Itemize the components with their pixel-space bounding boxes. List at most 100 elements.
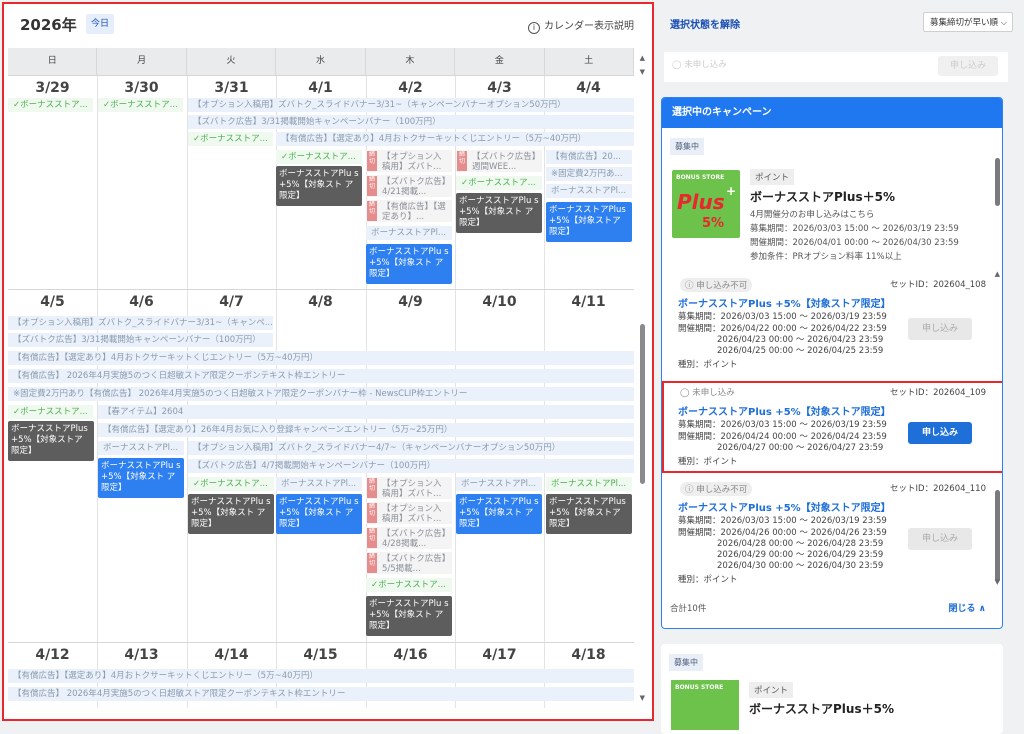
event-bar[interactable]: ✓ボーナスストア... <box>8 98 93 112</box>
scroll-down-arrow-icon[interactable]: ▼ <box>640 694 645 702</box>
deadline-tag: 締切 <box>457 151 467 171</box>
event-bar[interactable]: ✓ボーナスストア... <box>188 477 274 491</box>
event-bar[interactable]: ✓ボーナスストア... <box>366 578 452 592</box>
event-bar[interactable]: 【オプション入稿用】ズバトク_スライドバナー4/7~（キャンペーンバナーオプショ… <box>188 441 634 455</box>
event-bar[interactable]: 【有償広告】【選定あり】26年4月お気に入り登録キャンペーンエントリー（5万~2… <box>98 423 634 437</box>
event-card[interactable]: 締切 【ズバトク広告】4/21掲載... <box>366 175 452 197</box>
day-number[interactable]: 3/31 <box>187 80 276 96</box>
recruiting-status-text: 募集中 <box>670 138 704 155</box>
day-number[interactable]: 4/12 <box>8 647 97 663</box>
panel-scrollbar-thumb[interactable] <box>995 158 1000 206</box>
event-bar[interactable]: ✓ボーナスストア... <box>8 405 93 419</box>
day-number[interactable]: 4/14 <box>187 647 276 663</box>
event-card[interactable]: 締切 【有償広告】【選定あり】... <box>366 200 452 222</box>
scroll-up-arrow-icon[interactable]: ▲ <box>995 270 1000 278</box>
event-card[interactable]: ボーナスストアPlus +5%【対象ストア限定】 <box>546 494 632 534</box>
scroll-up-arrow-icon[interactable]: ▲ <box>640 54 645 62</box>
clear-selection-link[interactable]: 選択状態を解除 <box>670 16 740 31</box>
day-number[interactable]: 4/15 <box>276 647 365 663</box>
scroll-down-arrow-icon[interactable]: ▼ <box>640 68 645 76</box>
set-list-scrollbar-thumb[interactable] <box>995 490 1000 582</box>
event-card[interactable]: 締切 【オプション入稿用】ズバト... <box>366 150 452 172</box>
event-card[interactable]: ボーナスストアPlu s +5%【対象スト ア限定】 <box>276 166 362 206</box>
day-number[interactable]: 4/7 <box>187 294 276 310</box>
day-number[interactable]: 4/1 <box>276 80 365 96</box>
event-bar[interactable]: ✓ボーナスストア... <box>276 150 362 164</box>
day-number[interactable]: 4/18 <box>544 647 633 663</box>
apply-button[interactable]: 申し込み <box>938 56 998 76</box>
deadline-tag: 締切 <box>367 201 377 221</box>
calendar-scrollbar-thumb[interactable] <box>640 324 645 484</box>
event-bar[interactable]: 【オプション入稿用】ズバトク_スライドバナー3/31~（キャンペ... <box>8 316 273 330</box>
campaign-subtitle: 4月開催分のお申し込みはこちら <box>750 210 875 220</box>
apply-button[interactable]: 申し込み <box>908 318 972 340</box>
apply-button[interactable]: 申し込み <box>908 528 972 550</box>
close-link[interactable]: 閉じる ∧ <box>949 601 986 614</box>
event-bar[interactable]: ✓ボーナスストア... <box>188 132 273 146</box>
sort-select[interactable]: 募集締切が早い順 ⌵ <box>923 12 1013 32</box>
event-card[interactable]: 締切 【ズバトク広告】5/5掲載... <box>366 552 452 574</box>
event-card[interactable]: 締切 【ズバトク広告】4/28掲載... <box>366 527 452 549</box>
event-card[interactable]: ボーナスストアPlu s +5%【対象スト ア限定】 <box>366 596 452 636</box>
day-number[interactable]: 4/13 <box>97 647 186 663</box>
event-card[interactable]: ボーナスストアPlus +5%【対象ストア限定】 <box>8 421 94 461</box>
event-bar[interactable]: 【有償広告】【選定あり】4月おトクサーキットくじエントリー（5万~40万円） <box>276 132 634 146</box>
day-number[interactable]: 4/17 <box>455 647 544 663</box>
event-bar[interactable]: ボーナスストアPl... <box>366 226 452 240</box>
event-bar[interactable]: 【有償広告】 2026年4月実施5のつく日超敏ストア限定クーポンテキスト枠エント… <box>8 687 634 701</box>
day-number[interactable]: 4/5 <box>8 294 97 310</box>
day-number[interactable]: 4/4 <box>544 80 633 96</box>
event-bar[interactable]: ※固定費2万円あ... <box>546 167 632 181</box>
day-number[interactable]: 4/16 <box>366 647 455 663</box>
event-bar[interactable]: ✓ボーナスストア... <box>98 98 183 112</box>
event-bar[interactable]: ボーナスストアPl... <box>456 477 542 491</box>
campaign-set-item: ⓘ 申し込み不可 セットID：202604_110 ボーナスストアPlus +5… <box>670 482 992 592</box>
event-bar[interactable]: ※固定費2万円あり【有償広告】 2026年4月実施5のつく日超敏ストア限定クーポ… <box>8 387 634 401</box>
day-number[interactable]: 4/3 <box>455 80 544 96</box>
event-bar[interactable]: ✓ボーナスストア... <box>456 176 542 190</box>
event-card[interactable]: 締切 【オプション入稿用】ズバト... <box>366 477 452 499</box>
set-id: セットID：202604_108 <box>890 280 986 290</box>
event-card[interactable]: ボーナスストアPlus +5%【対象ストア限定】 <box>546 202 632 242</box>
next-campaign-card[interactable]: 募集中 BONUS STORE ポイント ボーナスストアPlus＋5% <box>661 644 1003 734</box>
campaign-banner-image: BONUS STORE Plus + 5% <box>672 170 740 238</box>
day-number[interactable]: 3/30 <box>97 80 186 96</box>
calendar-week-2: 4/5 4/6 4/7 4/8 4/9 4/10 4/11 【オプション入稿用】ズバトク_ス… <box>8 289 634 643</box>
event-bar[interactable]: 【有償広告】 2026年4月実施5のつく日超敏ストア限定クーポンテキスト枠エント… <box>8 369 634 383</box>
today-button[interactable]: 今日 <box>86 14 114 34</box>
event-card[interactable]: 締切 【ズバトク広告】週間WEE... <box>456 150 542 172</box>
event-bar[interactable]: 【有償広告】【選定あり】4月おトクサーキットくじエントリー（5万~40万円） <box>8 669 634 683</box>
event-card[interactable]: ボーナスストアPlu s +5%【対象スト ア限定】 <box>98 458 184 498</box>
day-number[interactable]: 4/10 <box>455 294 544 310</box>
event-bar[interactable]: ボーナスストアPl... <box>546 184 632 198</box>
day-number[interactable]: 4/11 <box>544 294 633 310</box>
day-number[interactable]: 4/2 <box>366 80 455 96</box>
set-title[interactable]: ボーナスストアPlus +5%【対象ストア限定】 <box>678 295 891 310</box>
event-bar[interactable]: 【春アイテム】2604 <box>98 405 634 419</box>
event-bar[interactable]: 【ズバトク広告】3/31掲載開始キャンペーンバナー（100万円） <box>188 115 634 129</box>
event-card[interactable]: ボーナスストアPlu s +5%【対象スト ア限定】 <box>276 494 362 534</box>
event-card[interactable]: ボーナスストアPlu s +5%【対象スト ア限定】 <box>456 193 542 233</box>
day-number[interactable]: 4/6 <box>97 294 186 310</box>
event-card[interactable]: ボーナスストアPlu s +5%【対象スト ア限定】 <box>456 494 542 534</box>
event-bar[interactable]: 【ズバトク広告】4/7掲載開始キャンペーンバナー（100万円） <box>188 459 634 473</box>
event-bar[interactable]: ボーナスストアPl... <box>546 477 632 491</box>
day-number[interactable]: 4/9 <box>366 294 455 310</box>
event-bar[interactable]: 【有償広告】20... <box>546 150 632 164</box>
set-title[interactable]: ボーナスストアPlus +5%【対象ストア限定】 <box>678 499 891 514</box>
event-card[interactable]: ボーナスストアPlu s +5%【対象スト ア限定】 <box>188 494 274 534</box>
campaign-row-faded: ◯ 未申し込み 申し込み <box>664 52 1008 82</box>
event-card[interactable]: ボーナスストアPlu s +5%【対象スト ア限定】 <box>366 244 452 284</box>
event-label: 【ズバトク広告】4/28掲載... <box>382 529 447 549</box>
scroll-down-arrow-icon[interactable]: ▼ <box>995 578 1000 586</box>
event-bar[interactable]: ボーナスストアPl... <box>276 477 362 491</box>
calendar-help-link[interactable]: i カレンダー表示説明 <box>528 17 634 34</box>
day-number[interactable]: 3/29 <box>8 80 97 96</box>
day-number[interactable]: 4/8 <box>276 294 365 310</box>
event-bar[interactable]: 【ズバトク広告】3/31掲載開始キャンペーンバナー（100万円） <box>8 333 273 347</box>
event-label: 【ズバトク広告】4/21掲載... <box>382 177 447 197</box>
event-card[interactable]: 締切 【オプション入稿用】ズバト... <box>366 502 452 524</box>
event-bar[interactable]: 【有償広告】【選定あり】4月おトクサーキットくじエントリー（5万~40万円） <box>8 351 634 365</box>
event-bar[interactable]: ボーナスストアPl... <box>98 441 184 455</box>
event-bar[interactable]: 【オプション入稿用】ズバトク_スライドバナー3/31~（キャンペーンバナーオプシ… <box>188 98 634 112</box>
